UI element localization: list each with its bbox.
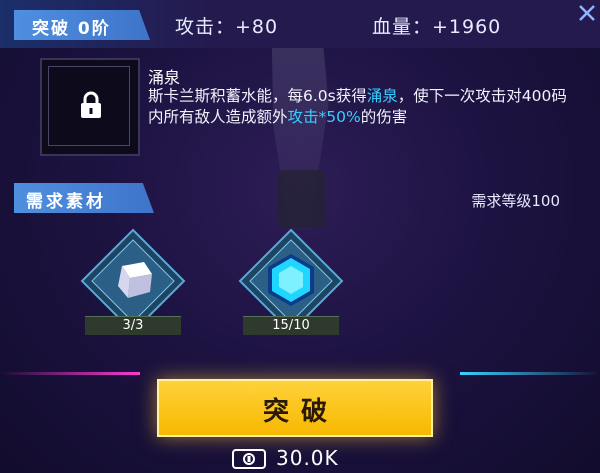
materials-section-tab: 需求素材 <box>14 183 154 213</box>
skill-description: 斯卡兰斯积蓄水能，每6.0s获得涌泉，使下一次攻击对400码内所有敌人造成额外攻… <box>148 86 568 128</box>
material-count-1: 3/3 <box>85 316 181 335</box>
stats-header: 突破 0阶 攻击：+80 血量：+1960 <box>0 0 600 48</box>
lock-icon <box>81 91 101 118</box>
skill-name: 涌泉 <box>148 68 181 87</box>
breakthrough-button-label: 突破 <box>262 397 339 427</box>
hp-stat: 血量：+1960 <box>372 16 502 38</box>
skill-desc-text-1: 斯卡兰斯积蓄水能，每6.0s获得 <box>148 87 367 105</box>
cost-amount: 30.0K <box>276 446 339 470</box>
currency-note-icon <box>232 449 266 469</box>
attack-stat: 攻击：+80 <box>175 16 279 38</box>
rank-label: 突破 0阶 <box>32 19 111 39</box>
rank-tab: 突破 0阶 <box>14 10 150 40</box>
decorative-glow-line-left <box>0 372 140 375</box>
decorative-glow-line-right <box>460 372 600 375</box>
skill-icon-slot[interactable] <box>40 58 140 156</box>
skill-desc-highlight-2: 攻击*50% <box>287 108 361 126</box>
required-level: 需求等级100 <box>471 192 560 210</box>
breakthrough-button[interactable]: 突破 <box>157 379 433 437</box>
materials-section-title: 需求素材 <box>26 192 106 212</box>
corner-close-icon[interactable] <box>578 2 596 24</box>
skill-desc-highlight-1: 涌泉 <box>366 87 398 105</box>
skill-desc-text-3: 的伤害 <box>360 108 408 126</box>
breakthrough-cost: 30.0K <box>232 446 392 470</box>
material-count-2: 15/10 <box>243 316 339 335</box>
character-boot <box>277 170 325 228</box>
